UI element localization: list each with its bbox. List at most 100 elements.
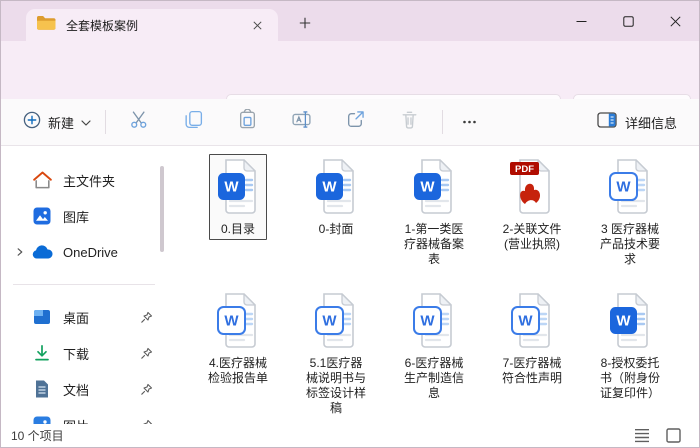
word-outline-file-icon: W: [215, 291, 261, 354]
sidebar-divider: [13, 284, 155, 285]
file-inner: W3 医疗器械产品技术要求: [592, 154, 668, 270]
word-solid-file-icon: W: [313, 157, 359, 220]
new-button-label: 新建: [48, 113, 74, 132]
item-count: 10 个项目: [11, 427, 64, 444]
more-options-button[interactable]: [449, 104, 489, 140]
minimize-button[interactable]: [558, 1, 605, 41]
pin-icon: [139, 383, 153, 396]
file-name: 1-第一类医疗器械备案表: [402, 222, 466, 267]
rename-button[interactable]: [274, 104, 328, 140]
sidebar-scrollbar[interactable]: [160, 166, 164, 252]
sidebar-item-label: 桌面: [63, 308, 139, 327]
file-inner: W 1-第一类医疗器械备案表: [396, 154, 472, 270]
title-bar: 全套模板案例: [1, 1, 699, 41]
sidebar-item-home[interactable]: 主文件夹: [1, 162, 167, 198]
copy-button[interactable]: [166, 104, 220, 140]
toolbar-divider: [442, 110, 443, 134]
command-toolbar: 新建 详细信息: [1, 99, 699, 146]
file-item[interactable]: PDF 2-关联文件(营业执照): [483, 154, 581, 270]
file-inner: W 8-授权委托书（附身份证复印件）: [592, 288, 668, 404]
file-item[interactable]: W 8-授权委托书（附身份证复印件）: [581, 288, 679, 419]
file-inner: PDF 2-关联文件(营业执照): [494, 154, 570, 255]
sidebar-item-label: 文档: [63, 380, 139, 399]
file-explorer-window: 全套模板案例 全套模板案例 在 全套 新建: [0, 0, 700, 448]
file-name: 0.目录: [221, 222, 255, 237]
share-button[interactable]: [328, 104, 382, 140]
svg-text:W: W: [420, 179, 435, 196]
cut-icon: [129, 109, 150, 135]
desktop-icon: [31, 308, 53, 326]
close-button[interactable]: [652, 1, 699, 41]
details-pane-label: 详细信息: [625, 113, 677, 132]
folder-icon: [36, 15, 56, 36]
downloads-icon: [31, 343, 53, 363]
word-outline-file-icon: W: [607, 157, 653, 220]
circle-plus-icon: [23, 111, 41, 134]
delete-button[interactable]: [382, 104, 436, 140]
sidebar-item-label: 主文件夹: [63, 171, 157, 190]
window-controls: [558, 1, 699, 41]
file-item[interactable]: W 1-第一类医疗器械备案表: [385, 154, 483, 270]
file-name: 8-授权委托书（附身份证复印件）: [598, 356, 662, 401]
details-pane-button[interactable]: 详细信息: [589, 106, 685, 139]
maximize-button[interactable]: [605, 1, 652, 41]
word-outline-file-icon: W: [509, 291, 555, 354]
pdf-file-icon: PDF: [509, 157, 555, 220]
file-item[interactable]: W4.医疗器械检验报告单: [189, 288, 287, 419]
toolbar-actions: [112, 104, 436, 140]
file-item[interactable]: W5.1医疗器械说明书与标签设计样稿: [287, 288, 385, 419]
file-list-area: W0.目录W0-封面W1-第一类医疗器械备案表PDF2-关联文件(营业执照)W3…: [167, 146, 699, 426]
svg-text:W: W: [224, 179, 239, 196]
word-outline-file-icon: W: [313, 291, 359, 354]
svg-text:W: W: [616, 313, 631, 330]
paste-button[interactable]: [220, 104, 274, 140]
new-button[interactable]: 新建: [15, 105, 99, 140]
paste-icon: [237, 109, 258, 135]
word-solid-file-icon: W: [411, 157, 457, 220]
view-buttons: [634, 428, 681, 443]
tab-close-button[interactable]: [246, 14, 268, 36]
tab-title: 全套模板案例: [66, 17, 246, 34]
onedrive-icon: [31, 244, 53, 260]
file-item[interactable]: W7-医疗器械符合性声明: [483, 288, 581, 419]
file-item[interactable]: W0-封面: [287, 154, 385, 270]
sidebar-item-label: 下载: [63, 344, 139, 363]
file-inner: W4.医疗器械检验报告单: [200, 288, 276, 389]
word-solid-file-icon: W: [215, 157, 261, 220]
file-name: 6-医疗器械生产制造信息: [402, 356, 466, 401]
sidebar-item-desktop[interactable]: 桌面: [1, 299, 167, 335]
new-tab-button[interactable]: [293, 11, 317, 35]
file-item[interactable]: W 0.目录: [189, 154, 287, 270]
navigation-sidebar: 主文件夹图库OneDrive桌面下载文档图片: [1, 146, 167, 426]
svg-text:W: W: [616, 179, 631, 196]
svg-text:PDF: PDF: [515, 164, 534, 175]
cut-button[interactable]: [112, 104, 166, 140]
sidebar-item-onedrive[interactable]: OneDrive: [1, 234, 167, 270]
sidebar-item-documents[interactable]: 文档: [1, 371, 167, 407]
file-name: 7-医疗器械符合性声明: [500, 356, 564, 386]
svg-text:W: W: [224, 313, 239, 330]
pin-icon: [139, 311, 153, 324]
documents-icon: [31, 379, 53, 399]
file-item[interactable]: W6-医疗器械生产制造信息: [385, 288, 483, 419]
status-bar: 10 个项目: [1, 424, 699, 447]
chevron-right-icon[interactable]: [11, 247, 27, 257]
file-inner: W6-医疗器械生产制造信息: [396, 288, 472, 404]
file-inner: W 0.目录: [209, 154, 267, 240]
grid-view-button[interactable]: [666, 428, 681, 443]
file-inner: W0-封面: [307, 154, 365, 240]
sidebar-item-label: OneDrive: [63, 245, 157, 260]
home-icon: [31, 170, 53, 191]
explorer-tab[interactable]: 全套模板案例: [26, 9, 278, 41]
sidebar-item-downloads[interactable]: 下载: [1, 335, 167, 371]
file-name: 2-关联文件(营业执照): [500, 222, 564, 252]
navigation-bar: 全套模板案例 在 全套: [1, 41, 699, 99]
svg-text:W: W: [322, 313, 337, 330]
pin-icon: [139, 347, 153, 360]
sidebar-item-label: 图库: [63, 207, 157, 226]
word-solid-file-icon: W: [607, 291, 653, 354]
word-outline-file-icon: W: [411, 291, 457, 354]
list-view-button[interactable]: [634, 428, 650, 443]
sidebar-item-gallery[interactable]: 图库: [1, 198, 167, 234]
file-item[interactable]: W3 医疗器械产品技术要求: [581, 154, 679, 270]
